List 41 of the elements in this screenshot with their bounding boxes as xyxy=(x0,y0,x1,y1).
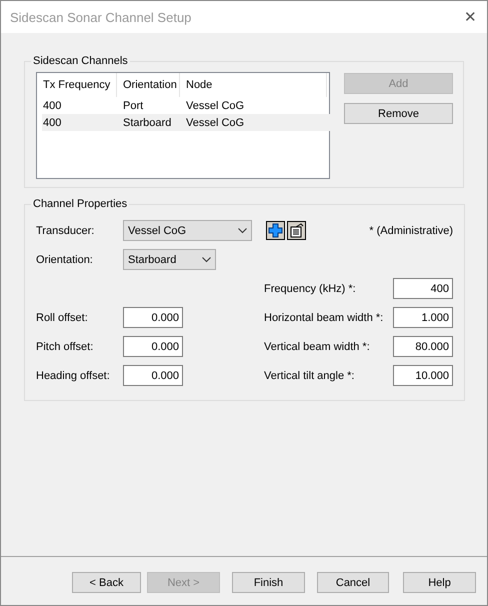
admin-note: * (Administrative) xyxy=(369,224,453,236)
chevron-down-icon xyxy=(238,228,247,234)
input-field[interactable]: 0.000 xyxy=(123,336,183,357)
field-label: Pitch offset: xyxy=(36,340,94,352)
input-field[interactable]: 400 xyxy=(393,278,453,299)
properties-icon[interactable] xyxy=(287,221,306,240)
window-title: Sidescan Sonar Channel Setup xyxy=(10,10,192,24)
column-header[interactable]: Tx Frequency xyxy=(37,73,117,97)
list-cell-text: Port xyxy=(122,100,144,112)
field-label: Orientation: xyxy=(36,254,94,266)
input-field[interactable]: 0.000 xyxy=(123,365,183,386)
field-label: Transducer: xyxy=(36,224,96,236)
group-title: Channel Properties xyxy=(32,198,128,210)
list-action-button[interactable]: Remove xyxy=(344,103,453,124)
list-cell-text: Vessel CoG xyxy=(185,100,246,112)
input-field[interactable]: 80.000 xyxy=(393,336,453,357)
field-label: Heading offset: xyxy=(36,370,111,382)
list-cell-text: Vessel CoG xyxy=(185,116,246,128)
field-label: Frequency (kHz) *: xyxy=(264,282,357,294)
input-field[interactable]: 0.000 xyxy=(123,307,183,328)
transducer-dropdown[interactable]: Vessel CoG xyxy=(123,220,252,241)
column-header[interactable]: Node xyxy=(180,73,327,97)
group-title: Sidescan Channels xyxy=(32,55,129,67)
close-button[interactable]: ✕ xyxy=(464,8,477,26)
field-label: Roll offset: xyxy=(36,312,89,324)
field-label: Vertical beam width *: xyxy=(264,340,371,352)
orientation-dropdown[interactable]: Starboard xyxy=(123,249,216,270)
footer-button[interactable]: Cancel xyxy=(317,572,389,593)
input-field[interactable]: 10.000 xyxy=(393,365,453,386)
list-cell-text: Starboard xyxy=(122,116,172,128)
field-label: Vertical tilt angle *: xyxy=(264,370,356,382)
chevron-down-icon xyxy=(202,256,211,262)
footer-button[interactable]: Help xyxy=(403,572,476,593)
footer-button[interactable]: Finish xyxy=(232,572,305,593)
footer-button[interactable]: < Back xyxy=(72,572,141,593)
list-cell-text: 400 xyxy=(42,116,62,128)
column-header[interactable]: Orientation xyxy=(117,73,180,97)
field-label: Horizontal beam width *: xyxy=(264,312,384,324)
list-cell-text: 400 xyxy=(42,100,62,112)
add-icon[interactable] xyxy=(266,221,285,240)
input-field[interactable]: 1.000 xyxy=(393,307,453,328)
